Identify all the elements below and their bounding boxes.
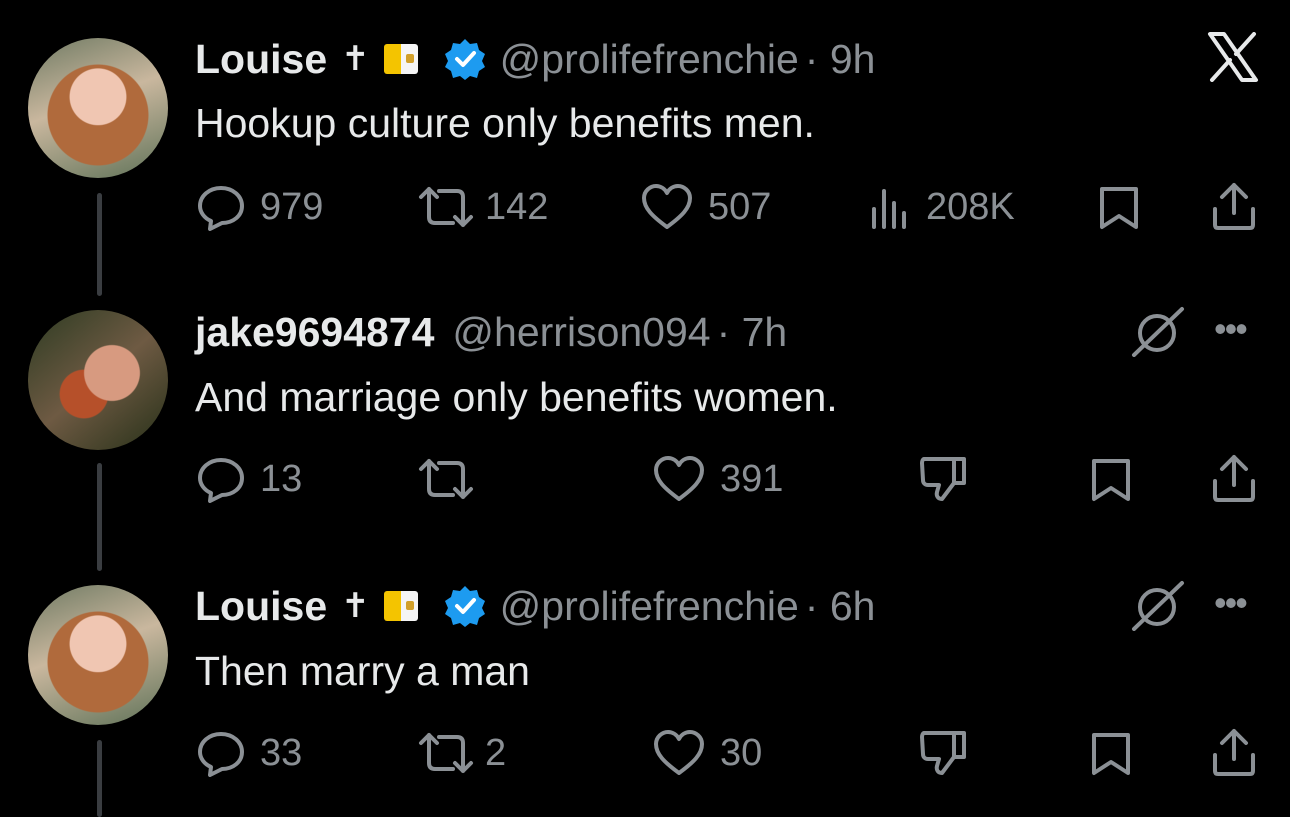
- reply-count: 13: [260, 457, 303, 500]
- display-name[interactable]: Louise: [195, 583, 327, 630]
- dislike-icon[interactable]: [918, 729, 968, 777]
- tweet-text: Then marry a man: [195, 648, 530, 694]
- cross-emoji: ✝: [341, 40, 370, 78]
- display-name[interactable]: jake9694874: [195, 309, 434, 356]
- retweet-icon: [419, 733, 473, 773]
- reply-button[interactable]: 33: [196, 729, 302, 777]
- like-button[interactable]: 30: [652, 729, 762, 777]
- avatar[interactable]: [28, 310, 168, 450]
- heart-icon: [642, 184, 692, 229]
- bookmark-icon[interactable]: [1088, 457, 1134, 503]
- avatar[interactable]: [28, 585, 168, 725]
- display-name[interactable]: Louise: [195, 36, 327, 83]
- retweet-icon: [419, 187, 473, 227]
- timestamp[interactable]: · 9h: [805, 36, 876, 83]
- cross-emoji: ✝: [341, 587, 370, 625]
- tweet-header: Louise ✝ @prolifefrenchie · 9h: [195, 34, 875, 84]
- like-count: 391: [720, 457, 784, 500]
- like-count: 30: [720, 731, 763, 774]
- retweet-count: 142: [485, 185, 549, 228]
- retweet-button[interactable]: 142: [415, 183, 548, 231]
- timestamp[interactable]: · 7h: [717, 309, 788, 356]
- more-options-icon[interactable]: •••: [1214, 582, 1248, 624]
- tweet-header: Louise ✝ @prolifefrenchie · 6h: [195, 581, 875, 631]
- reply-button[interactable]: 13: [196, 455, 302, 503]
- share-icon[interactable]: [1210, 453, 1258, 503]
- share-icon[interactable]: [1210, 727, 1258, 777]
- views-button[interactable]: 208K: [866, 183, 1015, 231]
- retweet-button[interactable]: 2: [415, 729, 506, 777]
- timestamp[interactable]: · 6h: [805, 583, 876, 630]
- vatican-flag-icon: [383, 44, 418, 74]
- bookmark-icon[interactable]: [1096, 185, 1142, 231]
- reply-count: 979: [260, 185, 324, 228]
- handle[interactable]: @prolifefrenchie: [500, 583, 799, 630]
- retweet-icon: [419, 459, 473, 499]
- thread-line: [97, 740, 102, 817]
- like-count: 507: [708, 185, 772, 228]
- grok-icon[interactable]: [1128, 305, 1186, 357]
- reply-button[interactable]: 979: [196, 183, 323, 231]
- retweet-count: 2: [485, 731, 507, 774]
- more-options-icon[interactable]: •••: [1214, 308, 1248, 350]
- x-logo-icon[interactable]: [1206, 32, 1260, 82]
- verified-badge-icon: [444, 39, 485, 80]
- bookmark-icon[interactable]: [1088, 731, 1134, 777]
- handle[interactable]: @herrison094: [452, 309, 710, 356]
- view-count: 208K: [926, 185, 1015, 228]
- thread-line: [97, 193, 102, 296]
- heart-icon: [654, 456, 704, 501]
- vatican-flag-icon: [383, 591, 418, 621]
- reply-icon: [198, 186, 244, 231]
- heart-icon: [654, 730, 704, 775]
- retweet-button[interactable]: [415, 455, 491, 503]
- like-button[interactable]: 507: [640, 183, 771, 231]
- reply-icon: [198, 458, 244, 503]
- share-icon[interactable]: [1210, 181, 1258, 231]
- tweet-text: And marriage only benefits women.: [195, 374, 838, 420]
- like-button[interactable]: 391: [652, 455, 783, 503]
- reply-icon: [198, 732, 244, 777]
- verified-badge-icon: [444, 586, 485, 627]
- thread-line: [97, 463, 102, 571]
- avatar[interactable]: [28, 38, 168, 178]
- grok-icon[interactable]: [1128, 579, 1186, 631]
- reply-count: 33: [260, 731, 303, 774]
- dislike-icon[interactable]: [918, 455, 968, 503]
- views-icon: [872, 189, 906, 229]
- tweet-header: jake9694874 @herrison094 · 7h: [195, 307, 787, 357]
- tweet-text: Hookup culture only benefits men.: [195, 100, 815, 146]
- handle[interactable]: @prolifefrenchie: [500, 36, 799, 83]
